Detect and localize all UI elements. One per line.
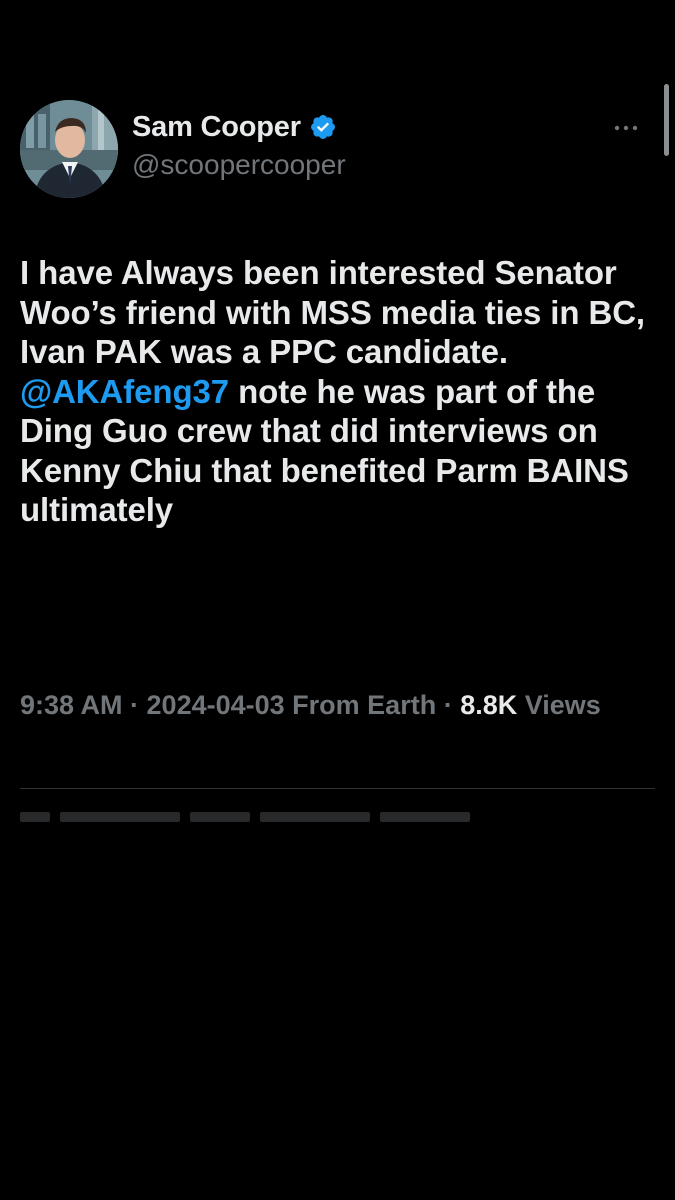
divider bbox=[20, 788, 655, 789]
author-info: Sam Cooper @scoopercooper bbox=[132, 110, 346, 181]
verified-badge-icon[interactable] bbox=[309, 113, 337, 141]
faded-engagement-row bbox=[20, 812, 500, 826]
tweet-metadata: 9:38 AM · 2024-04-03 From Earth · 8.8K V… bbox=[20, 686, 650, 725]
scrollbar-thumb[interactable] bbox=[664, 84, 669, 156]
tweet-time[interactable]: 9:38 AM bbox=[20, 690, 123, 720]
tweet-detail-screen: Sam Cooper @scoopercooper I have Always … bbox=[0, 0, 675, 1200]
mention-link[interactable]: @AKAfeng37 bbox=[20, 373, 229, 410]
author-handle[interactable]: @scoopercooper bbox=[132, 149, 346, 181]
views-count: 8.8K bbox=[460, 690, 518, 720]
tweet-source: From Earth bbox=[292, 690, 437, 720]
meta-separator: · bbox=[122, 690, 147, 720]
tweet-header: Sam Cooper @scoopercooper bbox=[20, 98, 660, 198]
author-display-name[interactable]: Sam Cooper bbox=[132, 111, 301, 144]
tweet-text: I have Always been interested Senator Wo… bbox=[20, 253, 650, 530]
tweet-text-part: I have Always been interested Senator Wo… bbox=[20, 254, 646, 370]
avatar[interactable] bbox=[20, 100, 118, 198]
author-name-row: Sam Cooper bbox=[132, 110, 346, 144]
meta-separator: · bbox=[436, 690, 461, 720]
more-options-icon[interactable] bbox=[606, 116, 646, 140]
views-label: Views bbox=[524, 690, 601, 720]
tweet-date[interactable]: 2024-04-03 bbox=[147, 690, 285, 720]
